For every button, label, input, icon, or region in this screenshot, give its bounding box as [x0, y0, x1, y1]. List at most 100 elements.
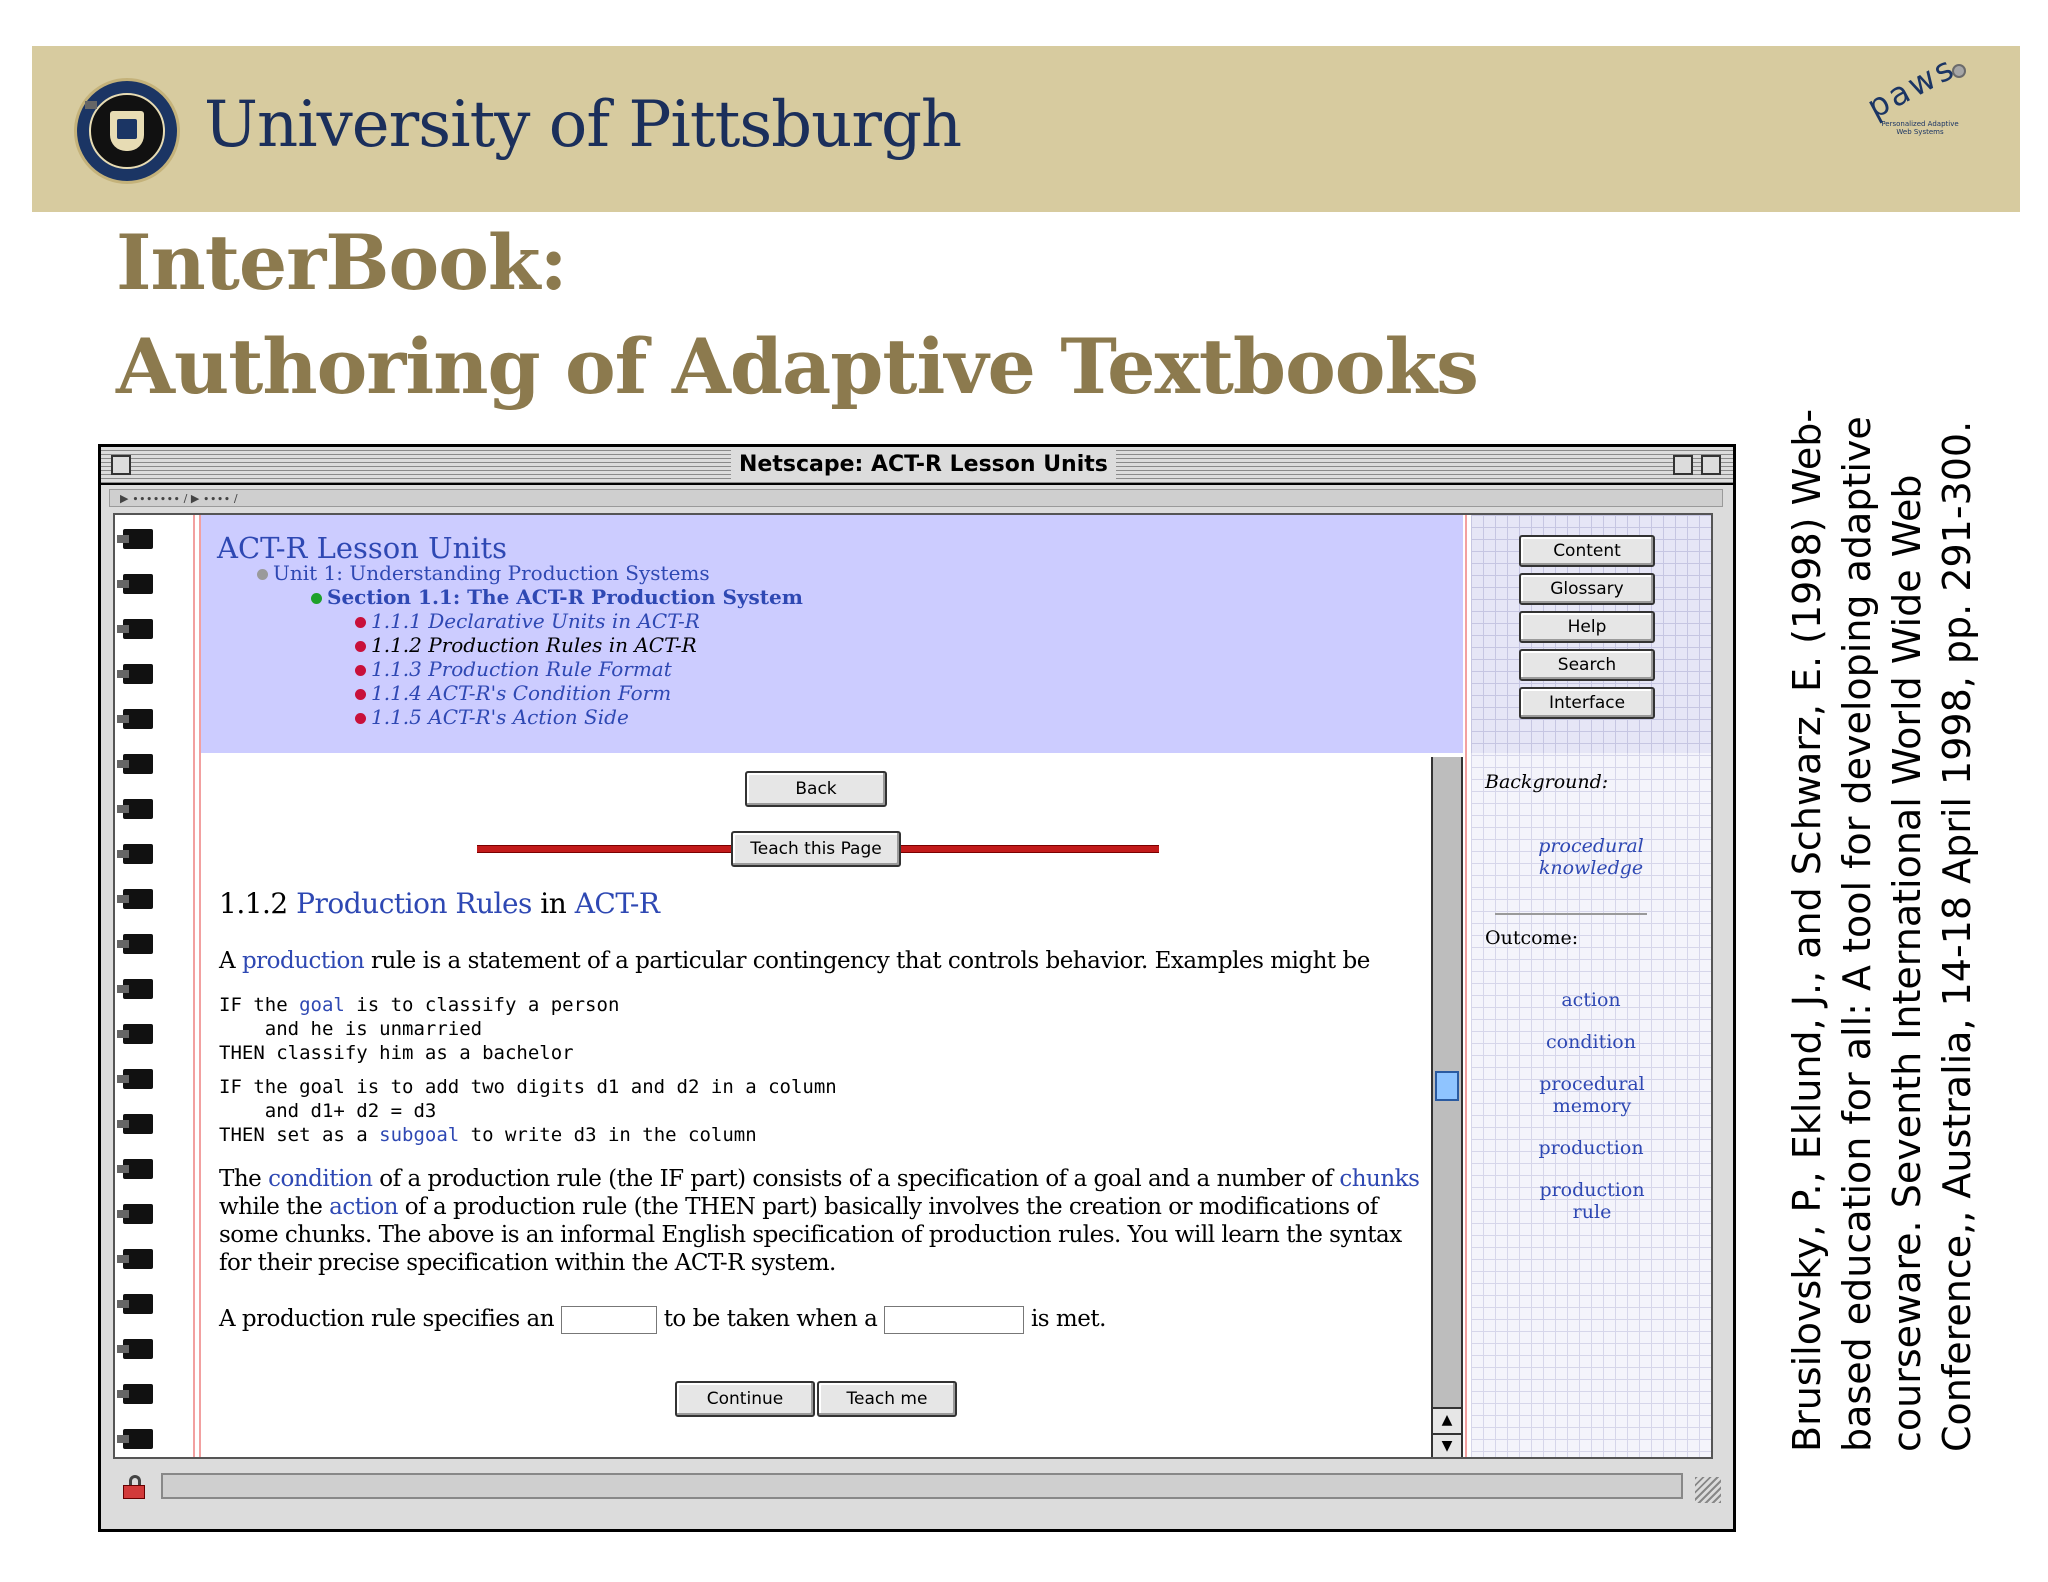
scroll-up-arrow-icon[interactable]: ▲ [1433, 1407, 1461, 1433]
quiz-text: is met. [1030, 1306, 1106, 1332]
scroll-down-arrow-icon[interactable]: ▼ [1433, 1433, 1461, 1457]
security-lock-icon[interactable] [121, 1475, 147, 1499]
background-link[interactable]: procedural knowledge [1531, 835, 1651, 879]
vertical-scrollbar[interactable]: ▲ ▼ [1431, 757, 1463, 1457]
code-text: THEN set as a [219, 1124, 380, 1146]
spiral-ring-icon [117, 1339, 153, 1359]
spiral-ring-icon [117, 1384, 153, 1404]
spiral-ring-icon [117, 529, 153, 549]
slide-title-line1: InterBook: [116, 218, 568, 307]
margin-line [1465, 515, 1467, 1457]
toc-item-1[interactable]: 1.1.1 Declarative Units in ACT-R [355, 609, 700, 633]
help-button[interactable]: Help [1519, 611, 1655, 643]
toc-item-label: 1.1.1 Declarative Units in ACT-R [371, 609, 700, 633]
spiral-ring-icon [117, 1204, 153, 1224]
code-text: and he is unmarried [219, 1018, 483, 1040]
toc-item-2-current[interactable]: 1.1.2 Production Rules in ACT-R [355, 633, 697, 657]
code-text: IF the goal is to add two digits d1 and … [219, 1076, 837, 1098]
quiz-answer-input-1[interactable] [560, 1306, 657, 1334]
heading-link-act-r[interactable]: ACT-R [575, 887, 660, 920]
slide-title-line2: Authoring of Adaptive Textbooks [116, 322, 1479, 411]
code-text: is to classify a person [344, 994, 620, 1016]
link-production[interactable]: production [242, 948, 365, 974]
code-text: THEN classify him as a bachelor [219, 1042, 574, 1064]
outcome-link-condition[interactable]: condition [1481, 1031, 1701, 1053]
spiral-ring-icon [117, 979, 153, 999]
toc-title: ACT-R Lesson Units [217, 531, 508, 565]
back-button[interactable]: Back [745, 771, 887, 807]
status-bar [113, 1463, 1727, 1513]
toc-item-3[interactable]: 1.1.3 Production Rule Format [355, 657, 672, 681]
zoom-box-icon[interactable] [1673, 455, 1693, 475]
toc-item-label: 1.1.5 ACT-R's Action Side [371, 705, 629, 729]
paws-logo: paws Personalized Adaptive Web Systems [1858, 48, 1970, 164]
spiral-ring-icon [117, 754, 153, 774]
scroll-thumb[interactable] [1435, 1071, 1459, 1101]
interface-button[interactable]: Interface [1519, 687, 1655, 719]
toc-item-label: 1.1.4 ACT-R's Condition Form [371, 681, 672, 705]
heading-link-production-rules[interactable]: Production Rules [296, 887, 532, 920]
paws-logo-text: paws [1860, 47, 1963, 127]
toc-item-4[interactable]: 1.1.4 ACT-R's Condition Form [355, 681, 671, 705]
notebook-spine [115, 515, 165, 1457]
link-subgoal[interactable]: subgoal [379, 1124, 459, 1146]
spiral-ring-icon [117, 574, 153, 594]
margin-line [193, 515, 195, 1457]
toc-unit-label: Unit 1: Understanding Production Systems [273, 561, 710, 585]
university-name: University of Pittsburgh [204, 88, 962, 162]
disclosure-triangle-icon[interactable]: ▶ ∙∙∙∙∙∙∙ ∕ ▶ ∙∙∙∙ ∕ [120, 492, 238, 505]
page-content: ACT-R Lesson Units Unit 1: Understanding… [113, 513, 1713, 1459]
spiral-ring-icon [117, 1114, 153, 1134]
glossary-button[interactable]: Glossary [1519, 573, 1655, 605]
toc-unit[interactable]: Unit 1: Understanding Production Systems [257, 561, 710, 585]
close-box-icon[interactable] [111, 455, 131, 475]
paws-logo-dot [1952, 64, 1966, 78]
red-bullet-icon [355, 641, 366, 652]
toc-section[interactable]: Section 1.1: The ACT-R Production System [311, 585, 803, 609]
outcome-link-procedural-memory[interactable]: procedural memory [1537, 1073, 1647, 1117]
paws-logo-subtext: Personalized Adaptive Web Systems [1881, 120, 1959, 136]
continue-button[interactable]: Continue [675, 1381, 815, 1417]
text: of a production rule (the IF part) consi… [379, 1166, 1333, 1192]
outcome-link-production[interactable]: production [1481, 1137, 1701, 1159]
gray-bullet-icon [257, 569, 268, 580]
heading-number: 1.1.2 [219, 887, 288, 920]
code-example-2: IF the goal is to add two digits d1 and … [219, 1075, 837, 1147]
outcome-link-production-rule[interactable]: production rule [1537, 1179, 1647, 1223]
code-example-1: IF the goal is to classify a person and … [219, 993, 619, 1065]
spiral-ring-icon [117, 664, 153, 684]
link-condition[interactable]: condition [268, 1166, 373, 1192]
search-button[interactable]: Search [1519, 649, 1655, 681]
text: A [219, 948, 236, 974]
spiral-ring-icon [117, 934, 153, 954]
link-goal[interactable]: goal [299, 994, 345, 1016]
page-heading: 1.1.2 Production Rules in ACT-R [219, 887, 660, 920]
toc-item-5[interactable]: 1.1.5 ACT-R's Action Side [355, 705, 629, 729]
red-bullet-icon [355, 713, 366, 724]
location-bar[interactable]: ▶ ∙∙∙∙∙∙∙ ∕ ▶ ∙∙∙∙ ∕ [109, 489, 1723, 507]
window-titlebar[interactable]: Netscape: ACT-R Lesson Units [101, 447, 1733, 485]
code-text: to write d3 in the column [459, 1124, 757, 1146]
link-action[interactable]: action [329, 1194, 398, 1220]
spiral-ring-icon [117, 619, 153, 639]
outcome-link-action[interactable]: action [1481, 989, 1701, 1011]
outcome-label: Outcome: [1485, 927, 1579, 949]
spiral-ring-icon [117, 799, 153, 819]
teach-page-button[interactable]: Teach this Page [731, 831, 901, 867]
quiz-text: A production rule specifies an [219, 1306, 555, 1332]
spiral-ring-icon [117, 1249, 153, 1269]
red-bullet-icon [355, 665, 366, 676]
teach-me-button[interactable]: Teach me [817, 1381, 957, 1417]
toc-item-label: 1.1.3 Production Rule Format [371, 657, 672, 681]
heading-in: in [540, 887, 567, 920]
content-button[interactable]: Content [1519, 535, 1655, 567]
university-seal-icon [74, 78, 180, 184]
paragraph-intro: A production rule is a statement of a pa… [219, 947, 1429, 975]
collapse-box-icon[interactable] [1701, 455, 1721, 475]
resize-grip-icon[interactable] [1695, 1477, 1721, 1503]
status-field [161, 1473, 1683, 1499]
paragraph-condition-action: The condition of a production rule (the … [219, 1165, 1429, 1277]
text: The [219, 1166, 262, 1192]
quiz-answer-input-2[interactable] [884, 1306, 1025, 1334]
link-chunks[interactable]: chunks [1339, 1166, 1420, 1192]
